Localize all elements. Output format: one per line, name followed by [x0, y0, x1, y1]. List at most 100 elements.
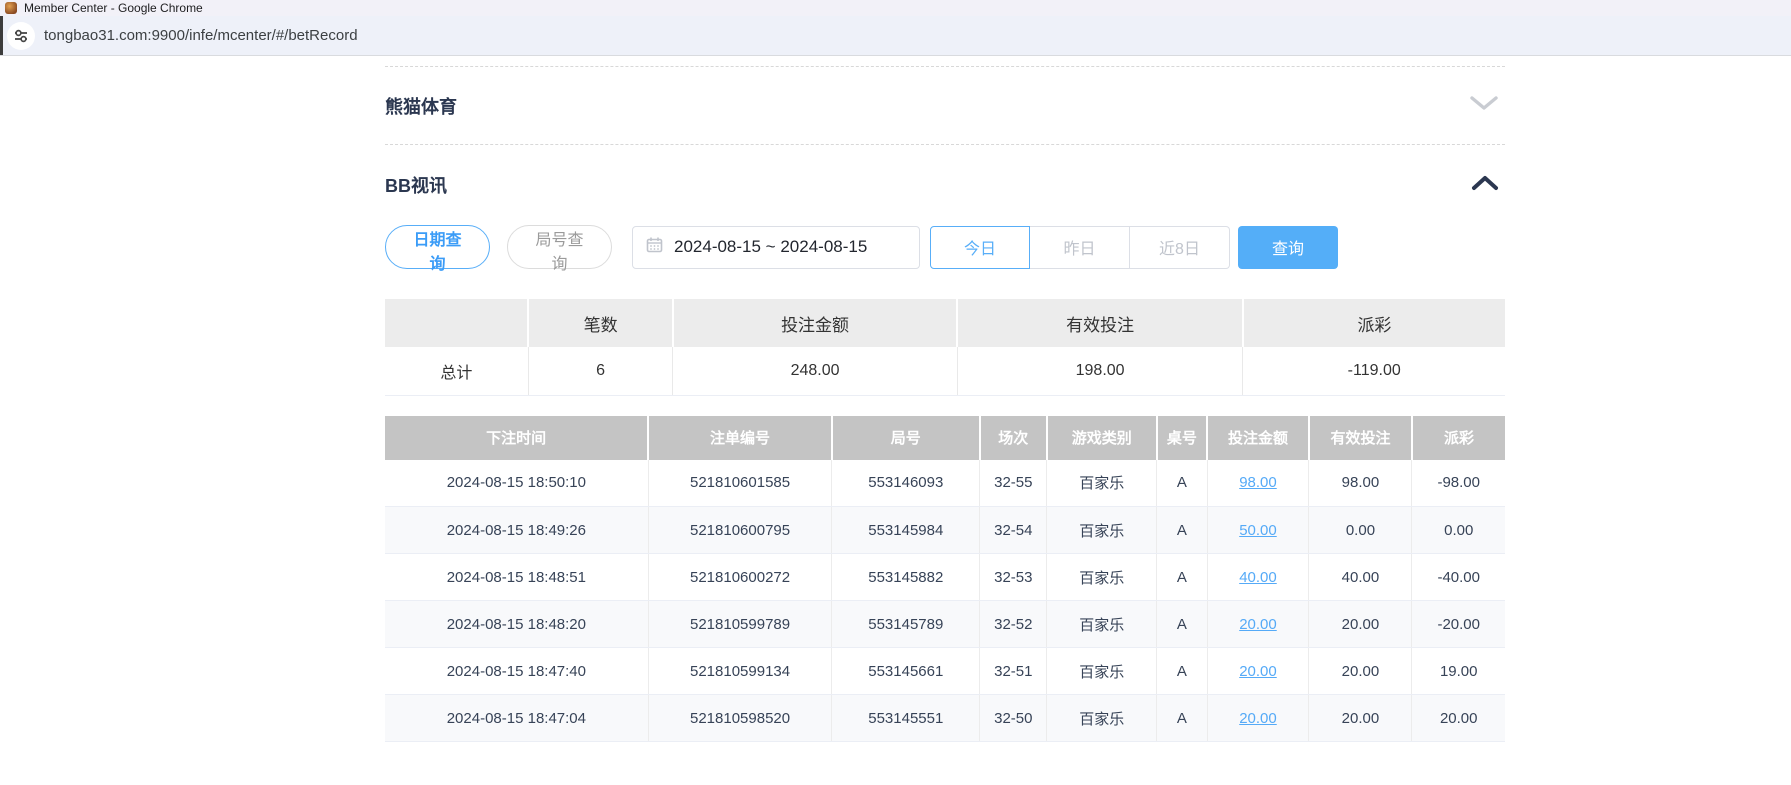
- column-header: 局号: [832, 416, 980, 460]
- window-edge: [0, 16, 3, 55]
- table-cell: 20.00: [1207, 648, 1309, 695]
- bet-amount-link[interactable]: 20.00: [1239, 710, 1277, 727]
- table-cell: 32-51: [980, 648, 1047, 695]
- search-button[interactable]: 查询: [1238, 226, 1338, 269]
- column-header: 派彩: [1243, 299, 1505, 347]
- column-header: 派彩: [1412, 416, 1505, 460]
- table-cell: 0.00: [1412, 507, 1505, 554]
- filter-toolbar: 日期查询 局号查询 2024-08-15 ~ 2024-08-15: [385, 225, 1505, 269]
- table-cell: 20.00: [1309, 648, 1412, 695]
- round-query-button[interactable]: 局号查询: [507, 225, 612, 269]
- column-header: 笔数: [528, 299, 672, 347]
- table-cell: 20.00: [1207, 601, 1309, 648]
- section-title-panda: 熊猫体育: [385, 93, 457, 119]
- table-cell: 553145984: [832, 507, 980, 554]
- table-cell: 0.00: [1309, 507, 1412, 554]
- table-row: 2024-08-15 18:47:04521810598520553145551…: [385, 695, 1505, 742]
- table-row: 2024-08-15 18:50:10521810601585553146093…: [385, 460, 1505, 507]
- summary-table: 笔数投注金额有效投注派彩总计6248.00198.00-119.00: [385, 299, 1505, 396]
- column-header: 投注金额: [673, 299, 957, 347]
- table-cell: 2024-08-15 18:48:51: [385, 554, 648, 601]
- table-cell: 2024-08-15 18:50:10: [385, 460, 648, 507]
- table-cell: -40.00: [1412, 554, 1505, 601]
- table-cell: 32-54: [980, 507, 1047, 554]
- table-cell: 百家乐: [1047, 554, 1157, 601]
- table-row: 2024-08-15 18:48:20521810599789553145789…: [385, 601, 1505, 648]
- date-query-button[interactable]: 日期查询: [385, 225, 490, 269]
- yesterday-button[interactable]: 昨日: [1030, 226, 1130, 269]
- table-cell: 20.00: [1412, 695, 1505, 742]
- table-cell: 553145882: [832, 554, 980, 601]
- table-cell: 2024-08-15 18:49:26: [385, 507, 648, 554]
- table-cell: 百家乐: [1047, 507, 1157, 554]
- site-settings-icon[interactable]: [7, 22, 35, 50]
- last-8-days-button[interactable]: 近8日: [1130, 226, 1230, 269]
- table-cell: 百家乐: [1047, 601, 1157, 648]
- bet-amount-link[interactable]: 20.00: [1239, 663, 1277, 680]
- window-titlebar: Member Center - Google Chrome: [0, 0, 1791, 16]
- bet-record-page: 熊猫体育 BB视讯 日期查询 局号查询: [0, 66, 1791, 785]
- table-cell: 2024-08-15 18:47:40: [385, 648, 648, 695]
- browser-url-bar[interactable]: tongbao31.com:9900/infe/mcenter/#/betRec…: [0, 16, 1791, 56]
- column-header: 注单编号: [648, 416, 832, 460]
- url-text[interactable]: tongbao31.com:9900/infe/mcenter/#/betRec…: [44, 27, 358, 44]
- table-cell: 553145789: [832, 601, 980, 648]
- date-range-value: 2024-08-15 ~ 2024-08-15: [674, 237, 867, 257]
- site-favicon-icon: [5, 2, 17, 14]
- table-cell: 32-52: [980, 601, 1047, 648]
- table-cell: 50.00: [1207, 507, 1309, 554]
- table-cell: 百家乐: [1047, 648, 1157, 695]
- table-cell: 40.00: [1207, 554, 1309, 601]
- table-cell: A: [1157, 554, 1207, 601]
- section-panda-sports[interactable]: 熊猫体育: [385, 67, 1505, 144]
- table-cell: 32-53: [980, 554, 1047, 601]
- column-header: 有效投注: [957, 299, 1243, 347]
- table-cell: 553145661: [832, 648, 980, 695]
- table-cell: 2024-08-15 18:48:20: [385, 601, 648, 648]
- table-cell: 248.00: [673, 347, 957, 395]
- chevron-down-icon[interactable]: [1469, 94, 1499, 117]
- bet-amount-link[interactable]: 98.00: [1239, 474, 1277, 491]
- date-range-input[interactable]: 2024-08-15 ~ 2024-08-15: [632, 226, 920, 269]
- table-cell: 98.00: [1207, 460, 1309, 507]
- table-cell: 6: [528, 347, 672, 395]
- bet-amount-link[interactable]: 20.00: [1239, 616, 1277, 633]
- bet-record-table: 下注时间注单编号局号场次游戏类别桌号投注金额有效投注派彩2024-08-15 1…: [385, 416, 1505, 743]
- table-cell: 198.00: [957, 347, 1243, 395]
- bet-amount-link[interactable]: 50.00: [1239, 522, 1277, 539]
- table-cell: -98.00: [1412, 460, 1505, 507]
- section-bb-video[interactable]: BB视讯: [385, 145, 1505, 225]
- table-cell: A: [1157, 460, 1207, 507]
- table-cell: 2024-08-15 18:47:04: [385, 695, 648, 742]
- table-cell: 521810599789: [648, 601, 832, 648]
- table-cell: A: [1157, 695, 1207, 742]
- bet-amount-link[interactable]: 40.00: [1239, 569, 1277, 586]
- table-cell: 553146093: [832, 460, 980, 507]
- table-cell: 总计: [385, 347, 528, 395]
- quick-range-group: 今日 昨日 近8日: [930, 226, 1230, 269]
- table-cell: 553145551: [832, 695, 980, 742]
- table-cell: 40.00: [1309, 554, 1412, 601]
- table-cell: 20.00: [1309, 695, 1412, 742]
- chevron-up-icon[interactable]: [1471, 174, 1499, 197]
- today-button[interactable]: 今日: [930, 226, 1030, 269]
- table-cell: A: [1157, 507, 1207, 554]
- table-cell: 32-50: [980, 695, 1047, 742]
- table-cell: 32-55: [980, 460, 1047, 507]
- table-cell: 20.00: [1309, 601, 1412, 648]
- column-header: 游戏类别: [1047, 416, 1157, 460]
- table-cell: 百家乐: [1047, 695, 1157, 742]
- table-row: 2024-08-15 18:47:40521810599134553145661…: [385, 648, 1505, 695]
- table-cell: 521810600795: [648, 507, 832, 554]
- table-row: 总计6248.00198.00-119.00: [385, 347, 1505, 395]
- table-cell: 百家乐: [1047, 460, 1157, 507]
- table-cell: 521810598520: [648, 695, 832, 742]
- table-cell: -119.00: [1243, 347, 1505, 395]
- calendar-icon: [646, 236, 663, 258]
- table-cell: 521810599134: [648, 648, 832, 695]
- column-header: 下注时间: [385, 416, 648, 460]
- table-cell: 521810600272: [648, 554, 832, 601]
- column-header: 投注金额: [1207, 416, 1309, 460]
- column-header: 有效投注: [1309, 416, 1412, 460]
- column-header: [385, 299, 528, 347]
